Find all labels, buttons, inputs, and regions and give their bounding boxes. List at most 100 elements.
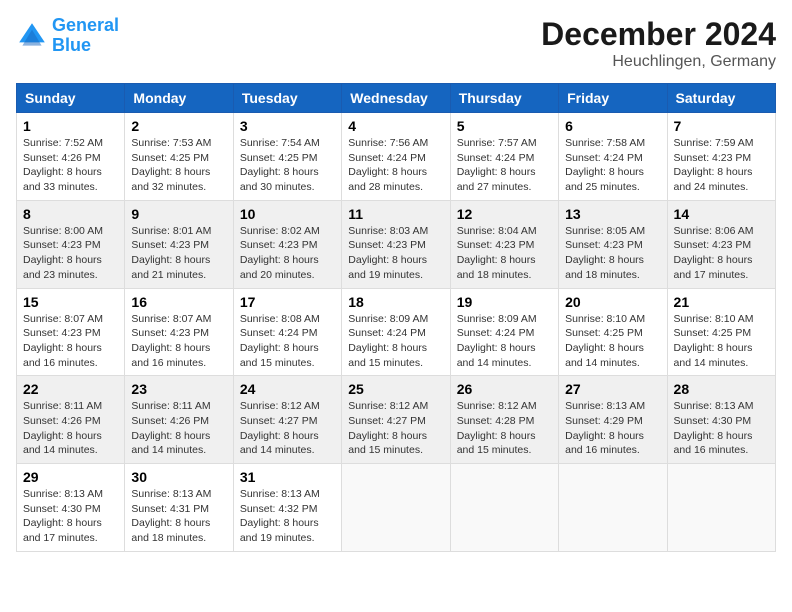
day-number: 16 (131, 294, 226, 310)
col-sunday: Sunday (17, 84, 125, 113)
day-number: 24 (240, 381, 335, 397)
day-info: Sunrise: 8:01 AMSunset: 4:23 PMDaylight:… (131, 224, 226, 283)
day-info: Sunrise: 8:10 AMSunset: 4:25 PMDaylight:… (565, 312, 660, 371)
day-number: 23 (131, 381, 226, 397)
table-row: 14Sunrise: 8:06 AMSunset: 4:23 PMDayligh… (667, 200, 775, 288)
day-info: Sunrise: 8:03 AMSunset: 4:23 PMDaylight:… (348, 224, 443, 283)
calendar-title: December 2024 (541, 16, 776, 53)
day-info: Sunrise: 8:11 AMSunset: 4:26 PMDaylight:… (23, 399, 118, 458)
day-number: 26 (457, 381, 552, 397)
logo: General Blue (16, 16, 119, 56)
day-number: 10 (240, 206, 335, 222)
day-info: Sunrise: 8:07 AMSunset: 4:23 PMDaylight:… (131, 312, 226, 371)
calendar-header-row: Sunday Monday Tuesday Wednesday Thursday… (17, 84, 776, 113)
calendar-week-row: 15 Sunrise: 8:07 AMSunset: 4:23 PMDayligh… (17, 288, 776, 376)
day-number: 15 (23, 294, 118, 310)
day-info: Sunrise: 8:13 AMSunset: 4:31 PMDaylight:… (131, 487, 226, 546)
day-info: Sunrise: 7:54 AMSunset: 4:25 PMDaylight:… (240, 136, 335, 195)
day-number: 6 (565, 118, 660, 134)
day-info: Sunrise: 8:12 AMSunset: 4:27 PMDaylight:… (240, 399, 335, 458)
day-info: Sunrise: 7:56 AMSunset: 4:24 PMDaylight:… (348, 136, 443, 195)
day-info: Sunrise: 8:07 AMSunset: 4:23 PMDaylight:… (23, 312, 118, 371)
day-number: 29 (23, 469, 118, 485)
table-row (667, 464, 775, 552)
table-row: 16 Sunrise: 8:07 AMSunset: 4:23 PMDayligh… (125, 288, 233, 376)
table-row: 24 Sunrise: 8:12 AMSunset: 4:27 PMDayligh… (233, 376, 341, 464)
table-row: 25Sunrise: 8:12 AMSunset: 4:27 PMDayligh… (342, 376, 450, 464)
day-info: Sunrise: 8:11 AMSunset: 4:26 PMDaylight:… (131, 399, 226, 458)
table-row: 10 Sunrise: 8:02 AMSunset: 4:23 PMDayligh… (233, 200, 341, 288)
day-info: Sunrise: 8:13 AMSunset: 4:29 PMDaylight:… (565, 399, 660, 458)
table-row: 23 Sunrise: 8:11 AMSunset: 4:26 PMDayligh… (125, 376, 233, 464)
table-row: 6 Sunrise: 7:58 AMSunset: 4:24 PMDaylight… (559, 113, 667, 201)
table-row: 9Sunrise: 8:01 AMSunset: 4:23 PMDaylight… (125, 200, 233, 288)
table-row (342, 464, 450, 552)
table-row: 5Sunrise: 7:57 AMSunset: 4:24 PMDaylight… (450, 113, 558, 201)
table-row: 31Sunrise: 8:13 AMSunset: 4:32 PMDayligh… (233, 464, 341, 552)
day-number: 22 (23, 381, 118, 397)
day-number: 21 (674, 294, 769, 310)
table-row: 21 Sunrise: 8:10 AMSunset: 4:25 PMDayligh… (667, 288, 775, 376)
calendar-week-row: 22 Sunrise: 8:11 AMSunset: 4:26 PMDayligh… (17, 376, 776, 464)
table-row: 20Sunrise: 8:10 AMSunset: 4:25 PMDayligh… (559, 288, 667, 376)
col-friday: Friday (559, 84, 667, 113)
day-info: Sunrise: 8:12 AMSunset: 4:28 PMDaylight:… (457, 399, 552, 458)
day-info: Sunrise: 8:09 AMSunset: 4:24 PMDaylight:… (457, 312, 552, 371)
day-info: Sunrise: 8:02 AMSunset: 4:23 PMDaylight:… (240, 224, 335, 283)
table-row: 1 Sunrise: 7:52 AMSunset: 4:26 PMDaylight… (17, 113, 125, 201)
day-info: Sunrise: 8:08 AMSunset: 4:24 PMDaylight:… (240, 312, 335, 371)
day-info: Sunrise: 8:06 AMSunset: 4:23 PMDaylight:… (674, 224, 769, 283)
col-tuesday: Tuesday (233, 84, 341, 113)
day-number: 27 (565, 381, 660, 397)
table-row: 18 Sunrise: 8:09 AMSunset: 4:24 PMDayligh… (342, 288, 450, 376)
calendar-subtitle: Heuchlingen, Germany (541, 53, 776, 71)
day-info: Sunrise: 8:09 AMSunset: 4:24 PMDaylight:… (348, 312, 443, 371)
calendar-week-row: 1 Sunrise: 7:52 AMSunset: 4:26 PMDaylight… (17, 113, 776, 201)
day-info: Sunrise: 8:10 AMSunset: 4:25 PMDaylight:… (674, 312, 769, 371)
table-row: 2Sunrise: 7:53 AMSunset: 4:25 PMDaylight… (125, 113, 233, 201)
day-info: Sunrise: 7:58 AMSunset: 4:24 PMDaylight:… (565, 136, 660, 195)
table-row: 22 Sunrise: 8:11 AMSunset: 4:26 PMDayligh… (17, 376, 125, 464)
col-thursday: Thursday (450, 84, 558, 113)
day-number: 17 (240, 294, 335, 310)
day-info: Sunrise: 7:53 AMSunset: 4:25 PMDaylight:… (131, 136, 226, 195)
day-info: Sunrise: 8:00 AMSunset: 4:23 PMDaylight:… (23, 224, 118, 283)
table-row (559, 464, 667, 552)
table-row: 11Sunrise: 8:03 AMSunset: 4:23 PMDayligh… (342, 200, 450, 288)
table-row: 15 Sunrise: 8:07 AMSunset: 4:23 PMDayligh… (17, 288, 125, 376)
day-number: 7 (674, 118, 769, 134)
day-info: Sunrise: 8:05 AMSunset: 4:23 PMDaylight:… (565, 224, 660, 283)
table-row: 3 Sunrise: 7:54 AMSunset: 4:25 PMDaylight… (233, 113, 341, 201)
col-monday: Monday (125, 84, 233, 113)
col-saturday: Saturday (667, 84, 775, 113)
table-row: 4 Sunrise: 7:56 AMSunset: 4:24 PMDaylight… (342, 113, 450, 201)
day-number: 8 (23, 206, 118, 222)
page-header: General Blue December 2024 Heuchlingen, … (16, 16, 776, 71)
day-info: Sunrise: 7:52 AMSunset: 4:26 PMDaylight:… (23, 136, 118, 195)
table-row: 7Sunrise: 7:59 AMSunset: 4:23 PMDaylight… (667, 113, 775, 201)
table-row: 17 Sunrise: 8:08 AMSunset: 4:24 PMDayligh… (233, 288, 341, 376)
table-row: 28 Sunrise: 8:13 AMSunset: 4:30 PMDayligh… (667, 376, 775, 464)
col-wednesday: Wednesday (342, 84, 450, 113)
day-number: 30 (131, 469, 226, 485)
day-info: Sunrise: 8:13 AMSunset: 4:30 PMDaylight:… (674, 399, 769, 458)
calendar-table: Sunday Monday Tuesday Wednesday Thursday… (16, 83, 776, 552)
day-number: 1 (23, 118, 118, 134)
day-info: Sunrise: 8:13 AMSunset: 4:30 PMDaylight:… (23, 487, 118, 546)
day-info: Sunrise: 7:57 AMSunset: 4:24 PMDaylight:… (457, 136, 552, 195)
table-row: 13Sunrise: 8:05 AMSunset: 4:23 PMDayligh… (559, 200, 667, 288)
day-info: Sunrise: 8:04 AMSunset: 4:23 PMDaylight:… (457, 224, 552, 283)
calendar-week-row: 8 Sunrise: 8:00 AMSunset: 4:23 PMDaylight… (17, 200, 776, 288)
day-number: 3 (240, 118, 335, 134)
day-number: 12 (457, 206, 552, 222)
logo-icon (16, 20, 48, 52)
table-row: 26 Sunrise: 8:12 AMSunset: 4:28 PMDayligh… (450, 376, 558, 464)
table-row: 27 Sunrise: 8:13 AMSunset: 4:29 PMDayligh… (559, 376, 667, 464)
day-number: 19 (457, 294, 552, 310)
table-row: 12 Sunrise: 8:04 AMSunset: 4:23 PMDayligh… (450, 200, 558, 288)
calendar-week-row: 29 Sunrise: 8:13 AMSunset: 4:30 PMDayligh… (17, 464, 776, 552)
day-number: 4 (348, 118, 443, 134)
title-block: December 2024 Heuchlingen, Germany (541, 16, 776, 71)
day-number: 18 (348, 294, 443, 310)
day-number: 28 (674, 381, 769, 397)
